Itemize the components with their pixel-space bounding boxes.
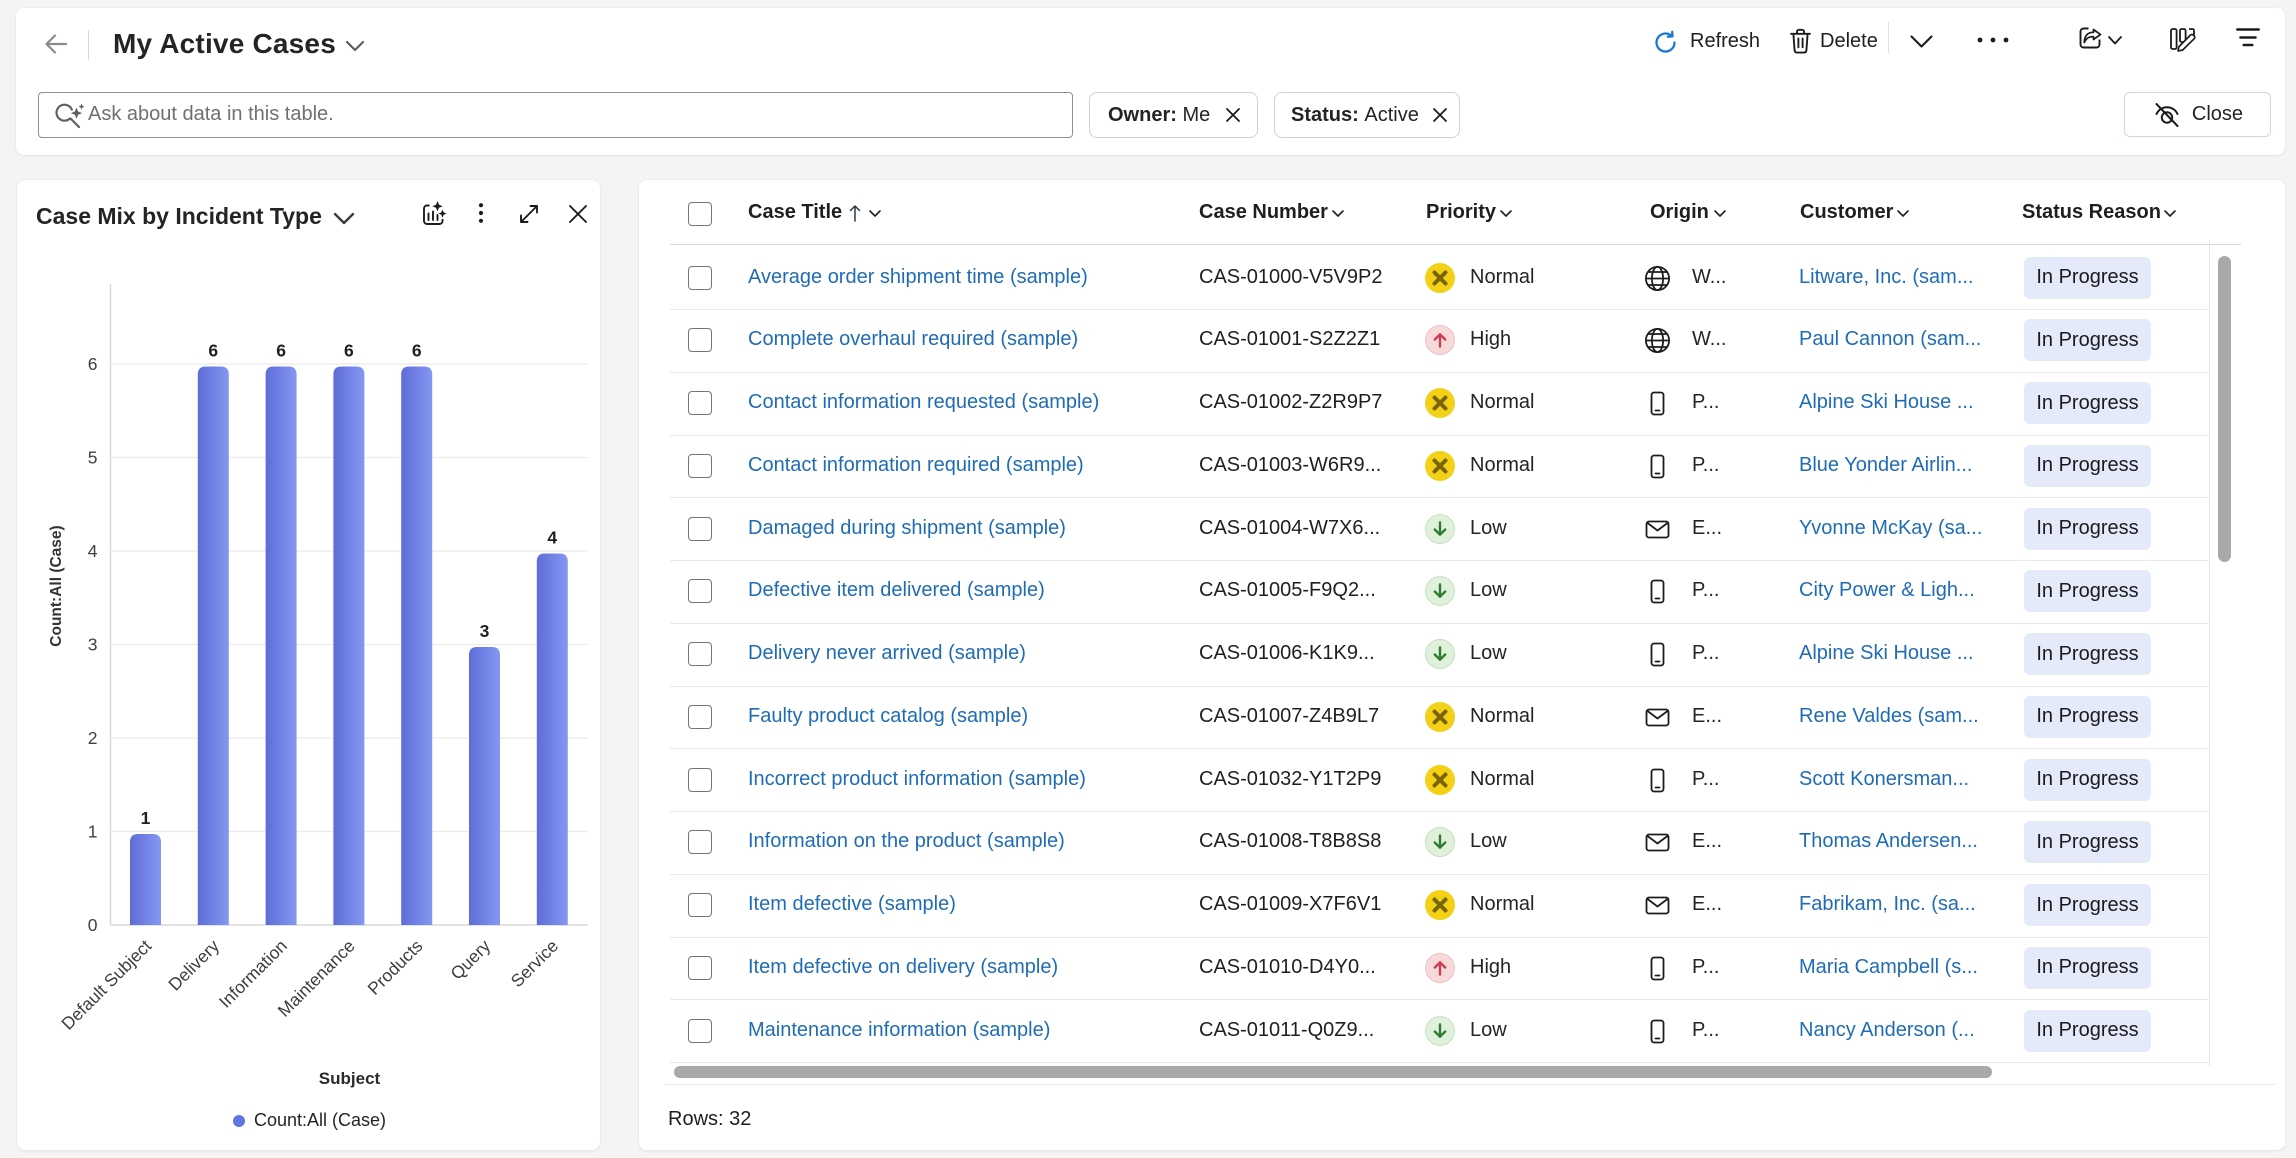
svg-text:0: 0 [88, 915, 98, 935]
svg-text:6: 6 [412, 341, 422, 361]
svg-text:4: 4 [547, 528, 557, 548]
svg-text:Query: Query [446, 936, 494, 984]
svg-text:1: 1 [88, 822, 98, 842]
svg-text:4: 4 [88, 541, 98, 561]
svg-text:3: 3 [88, 635, 98, 655]
svg-text:6: 6 [276, 341, 286, 361]
svg-text:1: 1 [141, 808, 151, 828]
svg-text:6: 6 [208, 341, 218, 361]
svg-text:3: 3 [480, 621, 490, 641]
svg-text:6: 6 [88, 354, 98, 374]
svg-text:Delivery: Delivery [164, 936, 223, 995]
svg-text:Service: Service [507, 936, 562, 991]
svg-text:5: 5 [88, 448, 98, 468]
svg-text:6: 6 [344, 341, 354, 361]
svg-text:Products: Products [364, 936, 427, 999]
svg-text:2: 2 [88, 728, 98, 748]
svg-text:Count:All (Case): Count:All (Case) [48, 525, 65, 646]
svg-text:Default Subject: Default Subject [57, 936, 155, 1034]
